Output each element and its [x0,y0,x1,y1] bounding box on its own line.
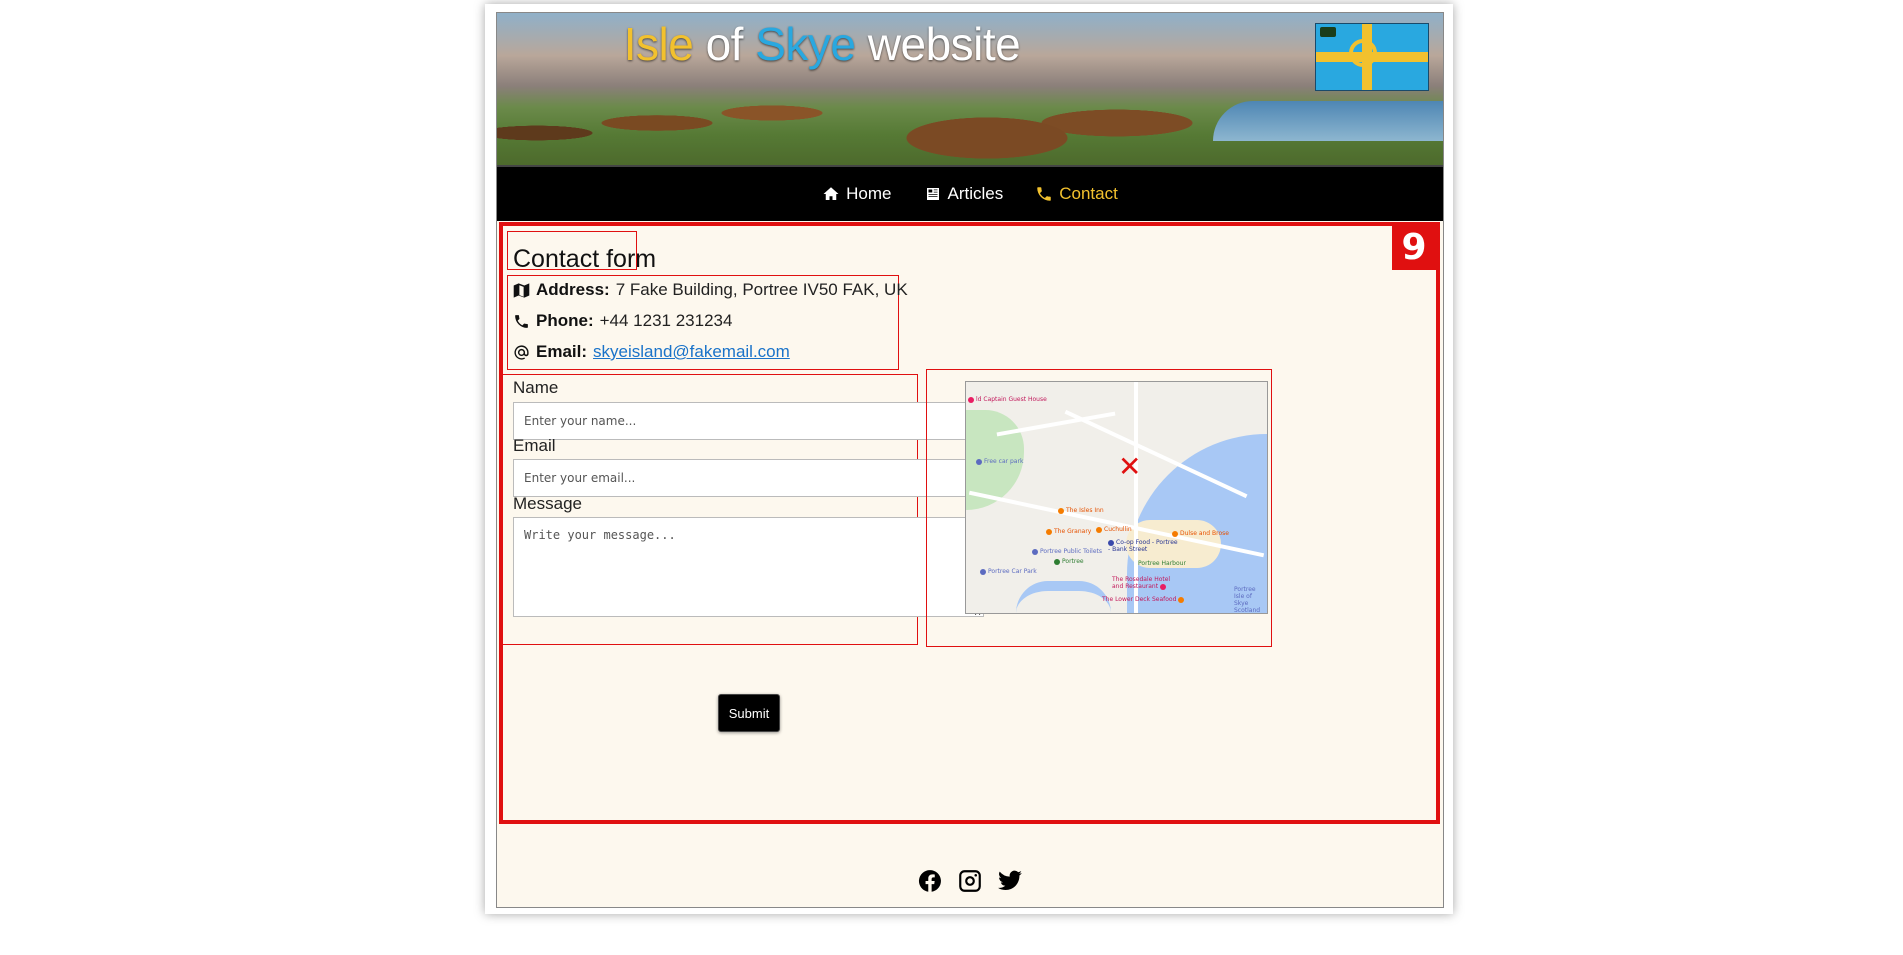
newspaper-icon [926,188,939,200]
header-banner: Isle of Skye website [497,13,1443,167]
facebook-icon [918,870,941,892]
banner-sea [1213,101,1443,141]
social-links [497,868,1443,898]
phone-icon [1037,187,1051,201]
email-label: Email: [536,342,588,361]
message-textarea[interactable] [513,517,984,617]
nav-articles-label: Articles [947,184,1004,203]
email-input[interactable] [513,459,984,497]
nav-home-label: Home [846,184,892,203]
nav-contact-label: Contact [1059,184,1118,203]
site-title-skye: Skye [755,18,856,70]
site-frame: Isle of Skye website Home Articles Conta… [496,12,1444,908]
twitter-icon [998,870,1022,890]
skye-flag-icon [1315,23,1429,91]
site-title-website: website [855,18,1021,70]
twitter-link[interactable] [997,868,1023,898]
section-number-badge: 9 [1392,226,1436,270]
map-icon [513,282,530,298]
email-link[interactable]: skyeisland@fakemail.com [593,342,790,362]
name-label: Name [513,378,559,397]
at-icon [514,344,529,360]
page-card: Isle of Skye website Home Articles Conta… [485,4,1453,914]
email-row: Email: skyeisland@fakemail.com [513,342,790,362]
phone-icon [515,314,528,328]
address-label: Address: [536,280,610,299]
site-title-of: of [693,18,756,70]
phone-label: Phone: [536,311,594,330]
home-icon [823,187,839,200]
facebook-link[interactable] [917,868,943,898]
nav-contact-link[interactable]: Contact [1035,184,1118,204]
nav-articles-link[interactable]: Articles [924,184,1004,204]
name-input[interactable] [513,402,984,440]
site-title-isle: Isle [623,18,694,70]
main-nav: Home Articles Contact [497,167,1443,221]
instagram-icon [959,870,981,892]
message-label: Message [513,494,582,513]
page-title: Contact form [513,245,657,273]
galley-icon [1320,27,1336,37]
submit-button[interactable]: Submit [718,694,780,732]
instagram-link[interactable] [957,868,983,898]
location-map[interactable]: ✕ ld Captain Guest House Free car park T… [965,381,1268,614]
location-marker-icon: ✕ [1118,450,1142,483]
site-title: Isle of Skye website [497,17,1147,71]
contact-section: 9 Contact form Address: 7 Fake Building,… [499,222,1440,824]
address-row: Address: 7 Fake Building, Portree IV50 F… [513,280,908,300]
address-value: 7 Fake Building, Portree IV50 FAK, UK [615,280,908,299]
email-field-label: Email [513,436,556,455]
phone-row: Phone: +44 1231 231234 [513,311,732,331]
phone-value: +44 1231 231234 [599,311,733,330]
nav-home-link[interactable]: Home [822,184,892,204]
